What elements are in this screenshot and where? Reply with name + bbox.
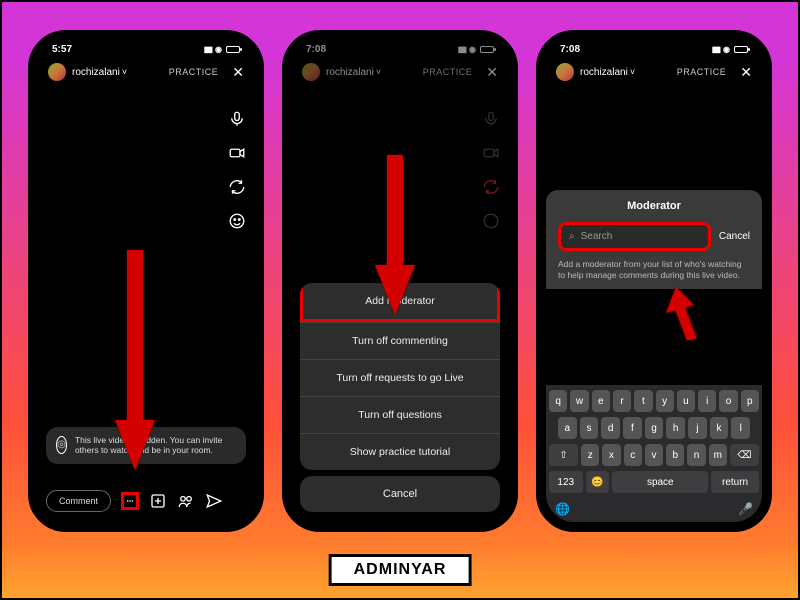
key-m[interactable]: m: [709, 444, 727, 466]
emoji-key[interactable]: 😊: [586, 471, 610, 493]
clock: 7:08: [560, 44, 580, 55]
search-placeholder: Search: [581, 231, 613, 242]
comment-input[interactable]: Comment: [46, 490, 111, 512]
signal-icon: [204, 44, 211, 55]
key-p[interactable]: p: [741, 390, 759, 412]
flip-camera-icon[interactable]: [228, 178, 246, 196]
key-y[interactable]: y: [656, 390, 674, 412]
show-tutorial-option[interactable]: Show practice tutorial: [300, 433, 500, 470]
wifi-icon: [723, 44, 730, 55]
side-toolbar: [228, 110, 246, 230]
username-dropdown[interactable]: rochizalani: [580, 67, 635, 78]
battery-icon: [734, 46, 748, 53]
share-icon[interactable]: [205, 492, 223, 510]
phone-notch: [355, 40, 445, 58]
annotation-arrow: [664, 285, 700, 345]
more-options-button[interactable]: [121, 492, 139, 510]
key-o[interactable]: o: [719, 390, 737, 412]
turn-off-questions-option[interactable]: Turn off questions: [300, 396, 500, 433]
key-g[interactable]: g: [645, 417, 664, 439]
keyboard-row-3: ⇧ zxcvbnm ⌫: [549, 444, 759, 466]
phone-notch: [609, 40, 699, 58]
key-n[interactable]: n: [687, 444, 705, 466]
invite-icon[interactable]: [177, 492, 195, 510]
key-e[interactable]: e: [592, 390, 610, 412]
wifi-icon: [215, 44, 222, 55]
eye-icon: ◎: [56, 436, 67, 454]
ios-keyboard[interactable]: qwertyuiop asdfghjkl ⇧ zxcvbnm ⌫ 123 😊 s…: [546, 385, 762, 522]
add-guest-icon[interactable]: [149, 492, 167, 510]
mic-icon[interactable]: [228, 110, 246, 128]
avatar[interactable]: [556, 63, 574, 81]
practice-badge: PRACTICE: [677, 67, 727, 77]
key-q[interactable]: q: [549, 390, 567, 412]
key-h[interactable]: h: [666, 417, 685, 439]
key-z[interactable]: z: [581, 444, 599, 466]
add-moderator-option[interactable]: Add moderator: [300, 283, 500, 322]
clock: 5:57: [52, 44, 72, 55]
key-u[interactable]: u: [677, 390, 695, 412]
search-icon: ⌕: [569, 231, 575, 242]
key-d[interactable]: d: [601, 417, 620, 439]
watermark: ADMINYAR: [329, 554, 472, 586]
key-a[interactable]: a: [558, 417, 577, 439]
moderator-search-input[interactable]: ⌕ Search: [558, 222, 711, 251]
battery-icon: [226, 46, 240, 53]
turn-off-requests-option[interactable]: Turn off requests to go Live: [300, 359, 500, 396]
key-k[interactable]: k: [710, 417, 729, 439]
phone-notch: [101, 40, 191, 58]
panel-title: Moderator: [558, 200, 750, 212]
live-bottom-bar: Comment: [46, 490, 246, 512]
key-x[interactable]: x: [602, 444, 620, 466]
key-l[interactable]: l: [731, 417, 750, 439]
turn-off-commenting-option[interactable]: Turn off commenting: [300, 322, 500, 359]
effects-icon[interactable]: [228, 212, 246, 230]
live-header: rochizalani PRACTICE ✕: [546, 57, 762, 87]
close-icon[interactable]: ✕: [740, 64, 752, 81]
cancel-button[interactable]: Cancel: [300, 476, 500, 512]
hint-text: This live video is hidden. You can invit…: [75, 435, 236, 456]
moderator-panel: Moderator ⌕ Search Cancel Add a moderato…: [546, 190, 762, 289]
return-key[interactable]: return: [711, 471, 759, 493]
backspace-key[interactable]: ⌫: [730, 444, 759, 466]
phone-screenshot-3: 7:08 rochizalani PRACTICE ✕ Moderator ⌕ …: [536, 30, 772, 532]
globe-key[interactable]: 🌐: [555, 502, 570, 516]
hidden-live-hint: ◎ This live video is hidden. You can inv…: [46, 427, 246, 464]
space-key[interactable]: space: [612, 471, 708, 493]
avatar[interactable]: [48, 63, 66, 81]
phone-screenshot-1: 5:57 rochizalani PRACTICE ✕ ◎ This live …: [28, 30, 264, 532]
search-cancel-button[interactable]: Cancel: [719, 231, 750, 242]
key-j[interactable]: j: [688, 417, 707, 439]
panel-description: Add a moderator from your list of who's …: [558, 259, 750, 281]
key-t[interactable]: t: [634, 390, 652, 412]
signal-icon: [712, 44, 719, 55]
key-s[interactable]: s: [580, 417, 599, 439]
dictation-key[interactable]: 🎤: [738, 502, 753, 516]
close-icon[interactable]: ✕: [232, 64, 244, 81]
key-i[interactable]: i: [698, 390, 716, 412]
key-b[interactable]: b: [666, 444, 684, 466]
practice-badge: PRACTICE: [169, 67, 219, 77]
key-r[interactable]: r: [613, 390, 631, 412]
shift-key[interactable]: ⇧: [549, 444, 578, 466]
key-w[interactable]: w: [570, 390, 588, 412]
phone-screenshot-2: 7:08 rochizalani PRACTICE ✕ Add moderato…: [282, 30, 518, 532]
key-v[interactable]: v: [645, 444, 663, 466]
numbers-key[interactable]: 123: [549, 471, 583, 493]
camera-icon[interactable]: [228, 144, 246, 162]
username-dropdown[interactable]: rochizalani: [72, 67, 127, 78]
live-header: rochizalani PRACTICE ✕: [38, 57, 254, 87]
key-f[interactable]: f: [623, 417, 642, 439]
keyboard-row-2: asdfghjkl: [549, 417, 759, 439]
key-c[interactable]: c: [624, 444, 642, 466]
keyboard-row-1: qwertyuiop: [549, 390, 759, 412]
options-action-sheet: Add moderator Turn off commenting Turn o…: [300, 283, 500, 512]
keyboard-row-3-letters: zxcvbnm: [581, 444, 727, 466]
